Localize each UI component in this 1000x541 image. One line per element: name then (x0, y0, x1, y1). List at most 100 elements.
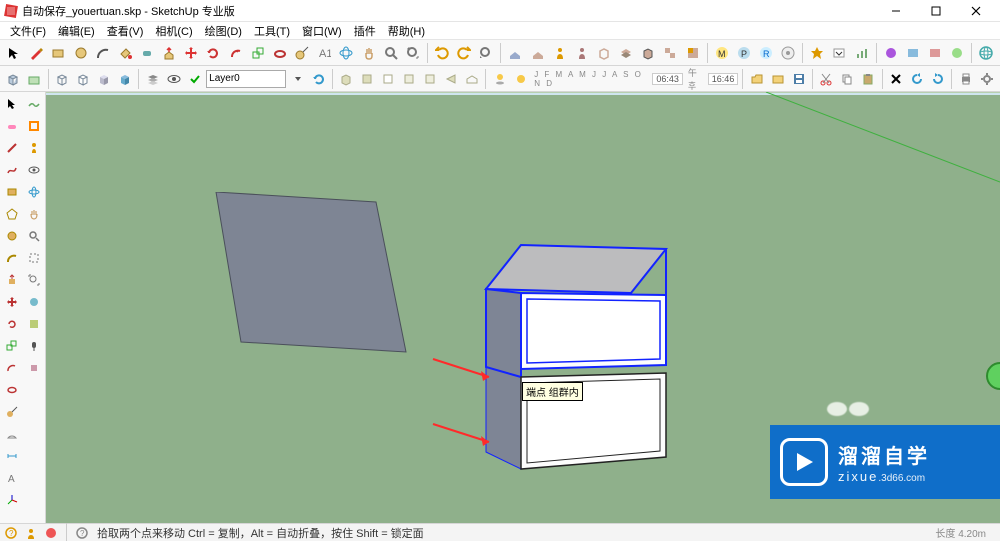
lt-freehand[interactable] (2, 160, 22, 180)
lt-eraser[interactable] (2, 116, 22, 136)
materials-icon[interactable] (683, 42, 703, 64)
view-front-icon[interactable] (379, 68, 398, 90)
lt-select[interactable] (2, 94, 22, 114)
textured-icon[interactable] (116, 68, 135, 90)
lt-scale[interactable] (2, 336, 22, 356)
shaded-icon[interactable] (95, 68, 114, 90)
ground-face[interactable] (201, 192, 421, 362)
menu-window[interactable]: 窗口(W) (296, 23, 348, 39)
copy-icon[interactable] (838, 68, 857, 90)
menu-camera[interactable]: 相机(C) (149, 23, 198, 39)
components-icon[interactable] (660, 42, 680, 64)
view-top-icon[interactable] (358, 68, 377, 90)
lt-pan[interactable] (24, 204, 44, 224)
save-icon[interactable] (789, 68, 808, 90)
view-right-icon[interactable] (400, 68, 419, 90)
view-extra-icon[interactable] (463, 68, 482, 90)
plugin-m-icon[interactable]: M (712, 42, 732, 64)
lt-sandbox[interactable] (24, 94, 44, 114)
plugin-p-icon[interactable]: P (734, 42, 754, 64)
rectangle-tool[interactable] (48, 42, 68, 64)
lt-misc-2[interactable] (24, 314, 44, 334)
menu-edit[interactable]: 编辑(E) (52, 23, 101, 39)
lt-misc-1[interactable] (24, 292, 44, 312)
sandbox-2-icon[interactable] (25, 68, 44, 90)
redo2-icon[interactable] (928, 68, 947, 90)
layer-dropdown-icon[interactable] (288, 68, 307, 90)
lt-line[interactable] (2, 138, 22, 158)
cut-icon[interactable] (817, 68, 836, 90)
pan-tool[interactable] (359, 42, 379, 64)
render-4-icon[interactable] (947, 42, 967, 64)
lt-zoom-ext[interactable] (24, 270, 44, 290)
person-2-icon[interactable] (572, 42, 592, 64)
view-iso-icon[interactable] (337, 68, 356, 90)
styles-1[interactable] (505, 42, 525, 64)
previous-view-tool[interactable] (476, 42, 496, 64)
lt-arc[interactable] (2, 248, 22, 268)
offset-tool[interactable] (226, 42, 246, 64)
lt-polygon[interactable] (2, 204, 22, 224)
view-back-icon[interactable] (421, 68, 440, 90)
check-icon[interactable] (185, 68, 204, 90)
menu-tools[interactable]: 工具(T) (248, 23, 296, 39)
styles-2[interactable] (527, 42, 547, 64)
layer-select[interactable] (206, 70, 286, 88)
zoom-tool[interactable] (381, 42, 401, 64)
sb-help-icon[interactable]: ? (4, 526, 18, 540)
move-tool[interactable] (181, 42, 201, 64)
pencil-tool[interactable] (26, 42, 46, 64)
zoom-extents-tool[interactable] (403, 42, 423, 64)
menu-file[interactable]: 文件(F) (4, 23, 52, 39)
lt-axes[interactable] (2, 490, 22, 510)
plugin-gear-icon[interactable] (778, 42, 798, 64)
lt-misc-4[interactable] (24, 358, 44, 378)
maximize-button[interactable] (916, 0, 956, 22)
plugin-r-icon[interactable]: R (756, 42, 776, 64)
viewport[interactable]: 端点 组群内 溜溜自学 zixue.3d66.com (46, 92, 1000, 523)
close-button[interactable] (956, 0, 996, 22)
wireframe-icon[interactable] (53, 68, 72, 90)
hidden-line-icon[interactable] (74, 68, 93, 90)
undo2-icon[interactable] (907, 68, 926, 90)
lt-orbit[interactable] (24, 182, 44, 202)
lt-pushpull[interactable] (2, 270, 22, 290)
render-2-icon[interactable] (903, 42, 923, 64)
delete-icon[interactable] (887, 68, 906, 90)
lt-circle[interactable] (2, 226, 22, 246)
lt-followme[interactable] (2, 380, 22, 400)
select-tool[interactable] (4, 42, 24, 64)
sb-help2-icon[interactable]: ? (75, 526, 89, 540)
lt-move[interactable] (2, 292, 22, 312)
cabinet-group[interactable] (461, 237, 696, 472)
lt-rect[interactable] (2, 182, 22, 202)
eraser-tool[interactable] (137, 42, 157, 64)
plugin-star-icon[interactable] (807, 42, 827, 64)
lt-dimension[interactable] (2, 446, 22, 466)
refresh-icon[interactable] (309, 68, 328, 90)
menu-view[interactable]: 查看(V) (101, 23, 150, 39)
sandbox-1-icon[interactable] (4, 68, 23, 90)
tape-measure-tool[interactable] (292, 42, 312, 64)
menu-help[interactable]: 帮助(H) (382, 23, 431, 39)
minimize-button[interactable] (876, 0, 916, 22)
lt-protractor[interactable] (2, 424, 22, 444)
cube-select-icon[interactable] (638, 42, 658, 64)
folder-icon[interactable] (768, 68, 787, 90)
text-tool[interactable]: A1 (314, 42, 334, 64)
layers-panel-icon[interactable] (143, 68, 162, 90)
dropdown-icon[interactable] (829, 42, 849, 64)
rotate-tool[interactable] (203, 42, 223, 64)
render-3-icon[interactable] (925, 42, 945, 64)
paint-bucket-tool[interactable] (115, 42, 135, 64)
menu-draw[interactable]: 绘图(D) (199, 23, 248, 39)
lt-tape[interactable] (2, 402, 22, 422)
orbit-tool[interactable] (336, 42, 356, 64)
browser-icon[interactable] (976, 42, 996, 64)
box-outline-icon[interactable] (594, 42, 614, 64)
plugin-chart-icon[interactable] (851, 42, 871, 64)
undo-tool[interactable] (432, 42, 452, 64)
shadow-settings-icon[interactable] (511, 68, 530, 90)
lt-zoom[interactable] (24, 226, 44, 246)
arc-tool[interactable] (93, 42, 113, 64)
